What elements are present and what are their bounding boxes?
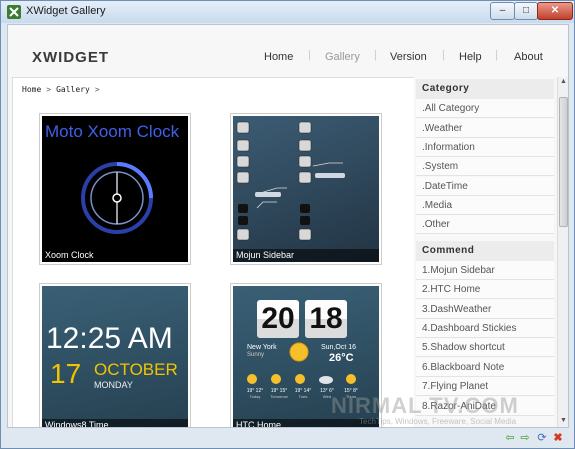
category-weather[interactable]: .Weather (416, 119, 554, 138)
commend-item[interactable]: 1.Mojun Sidebar (416, 261, 554, 280)
category-system[interactable]: .System (416, 157, 554, 176)
gallery-content: Home > Gallery > Moto Xoom Clock Xoom Clock (12, 77, 414, 427)
tile-thumbnail: 12:25 AM 17 OCTOBER MONDAY Windows8 Time (42, 286, 188, 427)
nav-separator: | (442, 49, 445, 61)
category-information[interactable]: .Information (416, 138, 554, 157)
windows8-month: OCTOBER (94, 360, 178, 379)
nav-separator: | (308, 49, 311, 61)
vertical-scrollbar[interactable]: ▲ ▼ (557, 77, 568, 427)
forecast-label: Tues (298, 394, 308, 399)
top-navigation: XWIDGET Home | Gallery | Version | Help … (8, 25, 568, 77)
forecast-day: 19° 15° Tomorrow (267, 388, 291, 399)
commend-item[interactable]: 3.DashWeather (416, 300, 554, 319)
maximize-button[interactable]: □ (514, 2, 538, 20)
htc-condition: Sunny (247, 352, 265, 358)
tile-caption: Mojun Sidebar (233, 249, 379, 262)
tile-caption: Xoom Clock (42, 249, 188, 262)
category-all[interactable]: .All Category (416, 99, 554, 118)
commend-item[interactable]: 5.Shadow shortcut (416, 338, 554, 357)
commend-item[interactable]: 6.Blackboard Note (416, 358, 554, 377)
watermark-subtext: TechTips, Windows, Freeware, Social Medi… (359, 417, 517, 426)
nav-separator: | (495, 49, 498, 61)
windows8-time: 12:25 AM (46, 322, 173, 355)
forecast-label: Tomorrow (270, 394, 288, 399)
right-sidebar: Category .All Category .Weather .Informa… (416, 77, 554, 427)
tile-thumbnail: Moto Xoom Clock Xoom Clock (42, 116, 188, 262)
tile-caption: Windows8 Time (42, 419, 188, 427)
nav-version[interactable]: Version (390, 51, 427, 63)
forecast-day: 19° 14° Tues (291, 388, 315, 399)
sun-icon (289, 342, 309, 362)
commend-item[interactable]: 4.Dashboard Stickies (416, 319, 554, 338)
htc-hour-card: 20 (257, 300, 299, 338)
forecast-weather-icons (247, 374, 356, 384)
xoom-clock-dial-icon (81, 162, 153, 234)
nav-help[interactable]: Help (459, 51, 482, 63)
nav-separator: | (374, 49, 377, 61)
status-bar: ⇦ ⇨ ⟳ ✖ (1, 429, 574, 448)
breadcrumb-home[interactable]: Home (22, 85, 41, 94)
nav-home[interactable]: Home (264, 51, 293, 63)
htc-city: New York (247, 344, 277, 351)
breadcrumb-separator: > (94, 85, 100, 94)
browser-client-area: XWIDGET Home | Gallery | Version | Help … (7, 24, 569, 428)
minimize-button[interactable]: ‒ (490, 2, 515, 20)
xwidget-app-icon (7, 5, 21, 19)
htc-date: Sun,Oct 16 (321, 344, 357, 351)
forecast-day: 19° 12° Today (243, 388, 267, 399)
refresh-icon[interactable]: ⟳ (536, 432, 548, 444)
back-arrow-icon[interactable]: ⇦ (504, 432, 516, 444)
window-title: XWidget Gallery (26, 5, 106, 17)
htc-minute: 18 (309, 302, 343, 335)
forecast-label: Today (249, 394, 261, 399)
gallery-tile-mojun-sidebar[interactable]: Mojun Sidebar (230, 113, 382, 265)
category-media[interactable]: .Media (416, 196, 554, 215)
breadcrumb-separator: > (46, 85, 52, 94)
title-bar[interactable]: XWidget Gallery ‒ □ ✕ (1, 1, 574, 23)
mojun-sidebar-icons (236, 121, 345, 241)
commend-item[interactable]: 2.HTC Home (416, 280, 554, 299)
breadcrumb-gallery[interactable]: Gallery (56, 85, 90, 94)
scroll-up-icon[interactable]: ▲ (559, 78, 568, 88)
commend-heading: Commend (416, 241, 554, 261)
gallery-tile-xoom-clock[interactable]: Moto Xoom Clock Xoom Clock (39, 113, 191, 265)
scroll-down-icon[interactable]: ▼ (559, 417, 568, 427)
xwidget-logo: XWIDGET (32, 49, 109, 66)
watermark: NIRMAL TV.COM (331, 393, 519, 418)
scrollbar-thumb[interactable] (559, 97, 568, 227)
app-window: XWidget Gallery ‒ □ ✕ XWIDGET Home | Gal… (0, 0, 575, 449)
htc-hour: 20 (261, 302, 295, 335)
category-other[interactable]: .Other (416, 215, 554, 234)
nav-about[interactable]: About (514, 51, 543, 63)
close-x-icon[interactable]: ✖ (552, 432, 564, 444)
tile-caption: HTC Home (233, 419, 379, 427)
windows8-day: 17 (50, 358, 82, 389)
windows8-weekday: MONDAY (94, 380, 133, 390)
nav-gallery[interactable]: Gallery (325, 51, 360, 63)
category-heading: Category (416, 79, 554, 99)
category-datetime[interactable]: .DateTime (416, 177, 554, 196)
htc-temperature: 26°C (329, 352, 354, 364)
htc-minute-card: 18 (305, 300, 347, 338)
breadcrumb: Home > Gallery > (22, 85, 105, 94)
tile-thumbnail: Mojun Sidebar (233, 116, 379, 262)
xoom-clock-heading: Moto Xoom Clock (45, 122, 180, 141)
forward-arrow-icon[interactable]: ⇨ (519, 432, 531, 444)
gallery-tile-windows8-time[interactable]: 12:25 AM 17 OCTOBER MONDAY Windows8 Time (39, 283, 191, 427)
close-button[interactable]: ✕ (537, 2, 573, 20)
